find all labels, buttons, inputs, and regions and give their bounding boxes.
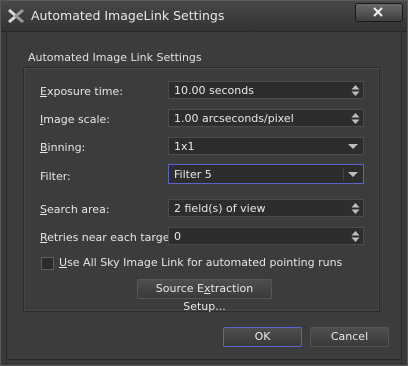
retries-label: Retries near each target: <box>40 231 178 244</box>
spin-arrows-icon[interactable] <box>351 112 360 125</box>
binning-value: 1x1 <box>174 140 195 153</box>
x-logo-icon <box>8 8 24 24</box>
chevron-down-icon[interactable] <box>348 144 358 149</box>
chevron-down-icon[interactable] <box>348 172 358 177</box>
binning-dropdown[interactable]: 1x1 <box>168 137 364 155</box>
search-area-label: Search area: <box>40 203 110 216</box>
ok-button[interactable]: OK <box>223 327 302 347</box>
image-scale-label: Image scale: <box>40 113 111 126</box>
filter-label: Filter: <box>40 170 71 183</box>
image-scale-spinbox[interactable]: 1.00 arcseconds/pixel <box>168 109 364 127</box>
search-area-spinbox[interactable]: 2 field(s) of view <box>168 199 364 217</box>
filter-dropdown[interactable]: Filter 5 <box>168 164 364 184</box>
source-extraction-setup-button[interactable]: Source Extraction Setup... <box>137 279 272 313</box>
retries-spinbox[interactable]: 0 <box>168 227 364 245</box>
all-sky-checkbox-label[interactable]: Use All Sky Image Link for automated poi… <box>59 256 342 269</box>
all-sky-checkbox[interactable] <box>41 257 54 270</box>
retries-value: 0 <box>174 230 181 243</box>
spin-arrows-icon[interactable] <box>351 230 360 243</box>
combo-separator <box>343 167 344 181</box>
binning-label: Binning: <box>40 141 86 154</box>
title-bar[interactable]: Automated ImageLink Settings <box>1 1 407 32</box>
filter-value: Filter 5 <box>174 168 212 181</box>
settings-group-box <box>23 67 380 312</box>
exposure-time-value: 10.00 seconds <box>174 84 254 97</box>
group-title: Automated Image Link Settings <box>28 51 202 64</box>
close-icon <box>373 7 383 17</box>
cancel-button[interactable]: Cancel <box>310 327 389 347</box>
spin-arrows-icon[interactable] <box>351 202 360 215</box>
exposure-time-spinbox[interactable]: 10.00 seconds <box>168 81 364 99</box>
window-title: Automated ImageLink Settings <box>31 8 225 23</box>
exposure-time-label: Exposure time: <box>40 85 123 98</box>
close-button[interactable] <box>355 3 403 22</box>
search-area-value: 2 field(s) of view <box>174 202 266 215</box>
spin-arrows-icon[interactable] <box>351 84 360 97</box>
image-scale-value: 1.00 arcseconds/pixel <box>174 112 294 125</box>
